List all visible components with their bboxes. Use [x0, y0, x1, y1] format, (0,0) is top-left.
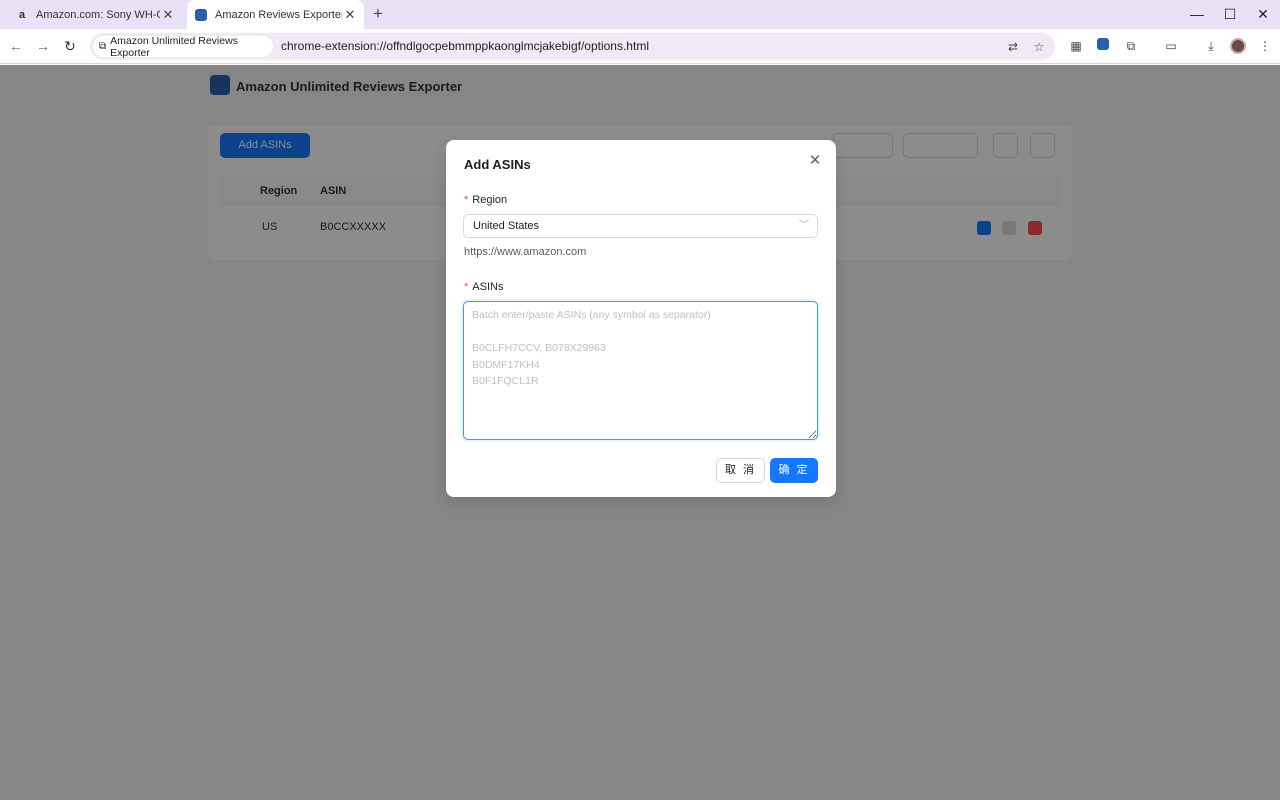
minimize-button[interactable]: —	[1180, 0, 1214, 29]
new-tab-button[interactable]: +	[368, 4, 388, 24]
cancel-button[interactable]: 取 消	[716, 458, 765, 483]
menu-kebab-icon[interactable]: ⋮	[1256, 37, 1274, 55]
extension-grid-icon[interactable]: ▦	[1067, 37, 1085, 55]
tab-amazon[interactable]: a Amazon.com: Sony WH-CH5 ✕	[8, 0, 182, 29]
region-select[interactable]: United States ﹀	[463, 214, 818, 238]
add-asins-dialog: Add ASINs ✕ * Region United States ﹀ http…	[446, 140, 836, 497]
close-tab-icon[interactable]: ✕	[342, 7, 358, 23]
close-icon[interactable]: ✕	[806, 152, 824, 170]
required-mark: *	[464, 281, 469, 293]
tab-title: Amazon Reviews Exporter	[215, 8, 342, 21]
region-label-text: Region	[472, 194, 508, 206]
puzzle-icon: ⧉	[99, 41, 107, 52]
amazon-favicon-icon: a	[18, 8, 26, 21]
confirm-button[interactable]: 确 定	[770, 458, 818, 483]
site-chip-label: Amazon Unlimited Reviews Exporter	[110, 34, 238, 59]
dialog-title: Add ASINs	[464, 157, 531, 172]
forward-icon[interactable]: →	[33, 36, 53, 56]
reload-icon[interactable]: ↻	[60, 36, 80, 56]
tab-title: Amazon.com: Sony WH-CH5	[36, 8, 160, 21]
bookmark-star-icon[interactable]: ☆	[1030, 38, 1048, 56]
address-bar[interactable]: ⧉ Amazon Unlimited Reviews Exporter chro…	[90, 33, 1055, 60]
asins-label: * ASINs	[464, 281, 503, 293]
required-mark: *	[464, 194, 469, 206]
asins-textarea[interactable]	[463, 301, 818, 440]
tab-reviews-exporter[interactable]: Amazon Reviews Exporter ✕	[187, 0, 364, 29]
extensions-puzzle-icon[interactable]: ⧉	[1122, 37, 1140, 55]
url-text[interactable]: chrome-extension://offndlgocpebmmppkaong…	[281, 39, 649, 53]
asins-label-text: ASINs	[472, 281, 504, 293]
tab-strip: a Amazon.com: Sony WH-CH5 ✕ Amazon Revie…	[0, 0, 1280, 29]
reviews-exporter-icon[interactable]	[1094, 37, 1112, 55]
close-tab-icon[interactable]: ✕	[160, 7, 176, 23]
extension-favicon-icon	[195, 8, 207, 21]
chevron-down-icon: ﹀	[799, 220, 809, 231]
region-select-value: United States	[473, 220, 540, 232]
maximize-button[interactable]: ☐	[1213, 0, 1247, 29]
close-window-button[interactable]: ✕	[1246, 0, 1280, 29]
translate-icon[interactable]: ⇄	[1004, 38, 1022, 56]
site-chip[interactable]: ⧉ Amazon Unlimited Reviews Exporter	[93, 34, 273, 59]
browser-toolbar: ← → ↻ ⧉ Amazon Unlimited Reviews Exporte…	[0, 29, 1280, 64]
region-label: * Region	[464, 194, 507, 206]
back-icon[interactable]: ←	[6, 36, 26, 56]
profile-avatar[interactable]	[1230, 38, 1246, 54]
region-url-help: https://www.amazon.com	[464, 246, 587, 258]
tab-search-icon[interactable]: ▭	[1162, 37, 1180, 55]
download-icon[interactable]: ⤓	[1202, 37, 1220, 55]
